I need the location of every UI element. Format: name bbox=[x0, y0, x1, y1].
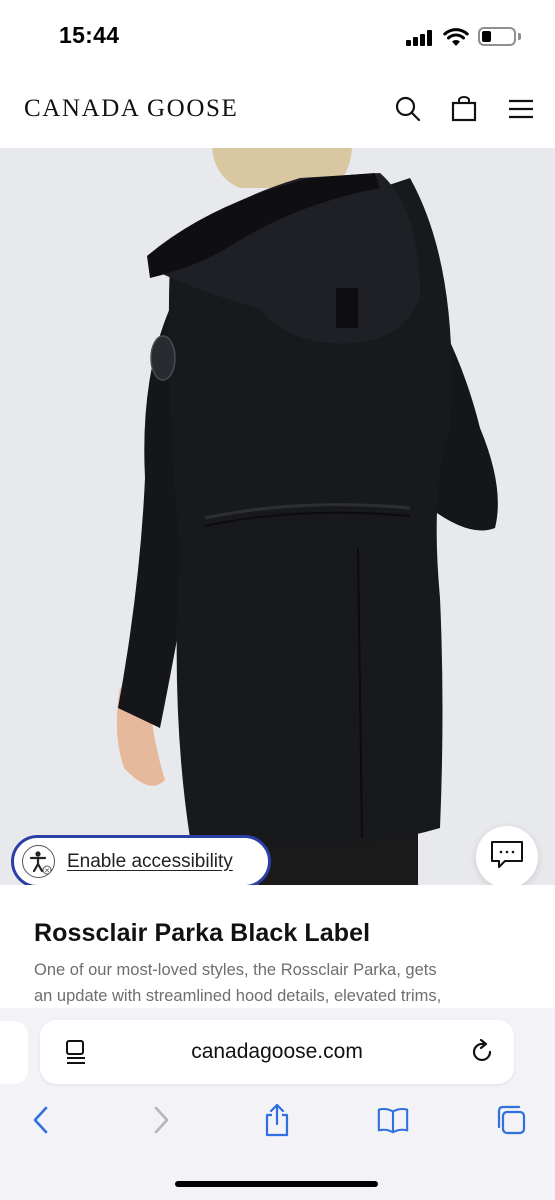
accessibility-person-icon: × bbox=[22, 845, 55, 878]
menu-icon[interactable] bbox=[506, 94, 536, 124]
bookmarks-icon[interactable] bbox=[376, 1103, 410, 1137]
product-title: Rossclair Parka Black Label bbox=[34, 919, 371, 947]
product-info: Rossclair Parka Black Label One of our m… bbox=[0, 885, 555, 1010]
previous-tab-preview[interactable] bbox=[0, 1021, 28, 1084]
wifi-icon bbox=[443, 27, 469, 52]
shopping-bag-icon[interactable] bbox=[449, 94, 479, 124]
description-line: One of our most-loved styles, the Rosscl… bbox=[34, 961, 437, 979]
url-text: canadagoose.com bbox=[191, 1040, 363, 1063]
home-indicator bbox=[175, 1181, 378, 1187]
address-bar[interactable]: canadagoose.com bbox=[40, 1020, 514, 1084]
site-header: CANADA GOOSE bbox=[0, 72, 555, 148]
product-image[interactable] bbox=[0, 148, 555, 885]
reload-icon[interactable] bbox=[470, 1038, 496, 1070]
status-time: 15:44 bbox=[59, 22, 120, 48]
cellular-signal-icon bbox=[406, 30, 432, 46]
description-line: an update with streamlined hood details,… bbox=[34, 987, 442, 1005]
tabs-icon[interactable] bbox=[494, 1103, 528, 1137]
enable-accessibility-button[interactable]: × Enable accessibility bbox=[11, 835, 271, 888]
svg-text:×: × bbox=[44, 867, 50, 875]
browser-chrome: canadagoose.com bbox=[0, 1008, 555, 1200]
battery-cap bbox=[518, 33, 521, 40]
chat-button[interactable] bbox=[476, 826, 538, 888]
forward-icon[interactable] bbox=[144, 1103, 178, 1137]
brand-logo[interactable]: CANADA GOOSE bbox=[24, 95, 238, 123]
back-icon[interactable] bbox=[24, 1103, 58, 1137]
status-bar: 15:44 bbox=[0, 0, 555, 72]
share-icon[interactable] bbox=[260, 1103, 294, 1137]
accessibility-label: Enable accessibility bbox=[67, 850, 233, 872]
product-description: One of our most-loved styles, the Rosscl… bbox=[34, 957, 534, 1009]
battery-icon bbox=[478, 27, 516, 46]
search-icon[interactable] bbox=[393, 94, 423, 124]
chat-bubble-icon bbox=[489, 839, 525, 876]
